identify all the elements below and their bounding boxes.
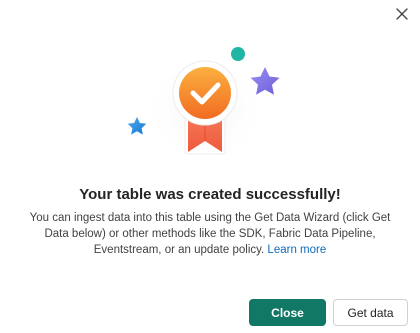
close-button[interactable]: Close xyxy=(249,299,326,326)
dialog-title: Your table was created successfully! xyxy=(79,186,341,203)
close-icon[interactable] xyxy=(392,4,412,24)
dialog-description: You can ingest data into this table usin… xyxy=(20,210,400,258)
get-data-button[interactable]: Get data xyxy=(333,299,408,326)
success-dialog: Your table was created successfully! You… xyxy=(0,0,420,333)
learn-more-link[interactable]: Learn more xyxy=(267,244,326,256)
dialog-body-text: You can ingest data into this table usin… xyxy=(29,212,391,256)
success-illustration xyxy=(127,47,280,168)
